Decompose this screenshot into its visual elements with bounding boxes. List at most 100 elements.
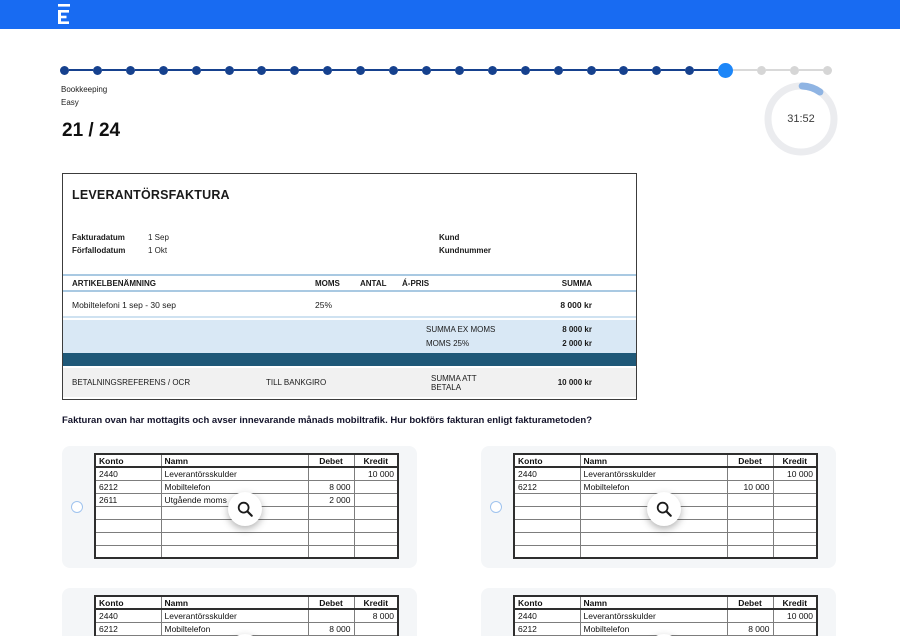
table-cell (95, 532, 161, 545)
table-cell (727, 545, 773, 558)
table-row (95, 545, 398, 558)
table-row: 6212Mobiltelefon10 000 (514, 480, 817, 493)
invoice-divider-bar (63, 353, 636, 366)
invoice-line-item: Mobiltelefoni 1 sep - 30 sep 25% 8 000 k… (63, 294, 636, 318)
invoice-title: LEVERANTÖRSFAKTURA (72, 188, 230, 202)
table-cell: 10 000 (727, 480, 773, 493)
progress-dot (455, 66, 464, 75)
app-logo-icon (57, 4, 73, 24)
answer-option-2[interactable]: KontoNamnDebetKredit2440Leverantörsskuld… (481, 446, 836, 568)
col-summa: SUMMA (464, 279, 592, 288)
table-cell (773, 545, 817, 558)
column-header: Konto (514, 596, 580, 609)
table-cell (308, 506, 354, 519)
item-name: Mobiltelefoni 1 sep - 30 sep (72, 300, 315, 310)
column-header: Kredit (354, 454, 398, 467)
table-cell (308, 609, 354, 622)
kundnummer-label: Kundnummer (439, 244, 491, 257)
progress-segment (332, 69, 356, 71)
top-app-bar (0, 0, 900, 29)
column-header: Debet (308, 454, 354, 467)
table-cell (354, 532, 398, 545)
table-cell (773, 480, 817, 493)
progress-dot (93, 66, 102, 75)
search-icon (236, 500, 254, 518)
table-row: 6212Mobiltelefon8 000 (514, 622, 817, 635)
answer-option-1[interactable]: KontoNamnDebetKredit2440Leverantörsskuld… (62, 446, 417, 568)
progress-dot (685, 66, 694, 75)
progress-dot (290, 66, 299, 75)
timer-value: 31:52 (762, 80, 840, 158)
column-header: Kredit (354, 596, 398, 609)
magnifier-zoom-button[interactable] (228, 492, 262, 526)
table-cell (95, 545, 161, 558)
column-header: Konto (95, 454, 161, 467)
progress-segment (661, 69, 685, 71)
table-row (514, 545, 817, 558)
table-cell (580, 545, 727, 558)
column-header: Debet (308, 596, 354, 609)
table-cell: 8 000 (308, 480, 354, 493)
forfallodatum-label: Förfallodatum (72, 244, 148, 257)
table-cell: 6212 (95, 480, 161, 493)
table-cell (580, 532, 727, 545)
table-row: 2440Leverantörsskulder8 000 (95, 609, 398, 622)
progress-dot (126, 66, 135, 75)
progress-dot (521, 66, 530, 75)
table-cell: Leverantörsskulder (161, 609, 308, 622)
table-row: 2440Leverantörsskulder 10 000 (514, 609, 817, 622)
table-cell (354, 519, 398, 532)
progress-segment (766, 69, 790, 71)
table-cell (727, 493, 773, 506)
table-cell (161, 545, 308, 558)
table-cell: 8 000 (354, 609, 398, 622)
option-2-radio[interactable] (490, 501, 502, 513)
table-cell: 2440 (95, 467, 161, 480)
column-header: Namn (580, 596, 727, 609)
progress-segment (201, 69, 225, 71)
progress-dot (823, 66, 832, 75)
table-cell (727, 519, 773, 532)
table-cell: Mobiltelefon (161, 622, 308, 635)
answer-option-3[interactable]: KontoNamnDebetKredit2440Leverantörsskuld… (62, 588, 417, 636)
invoice-totals-band: SUMMA EX MOMS 8 000 kr MOMS 25% 2 000 kr (63, 320, 636, 353)
table-cell: Leverantörsskulder (580, 609, 727, 622)
invoice-dates: Fakturadatum1 Sep Förfallodatum1 Okt (72, 231, 169, 257)
table-row (95, 532, 398, 545)
table-cell (727, 467, 773, 480)
moms-value: 2 000 kr (530, 339, 592, 348)
invoice-document: LEVERANTÖRSFAKTURA Fakturadatum1 Sep För… (62, 173, 637, 400)
table-cell (773, 519, 817, 532)
table-cell (773, 532, 817, 545)
table-cell: 2440 (514, 609, 580, 622)
table-cell (354, 480, 398, 493)
progress-segment (596, 69, 620, 71)
progress-segment (102, 69, 126, 71)
table-cell: Mobiltelefon (161, 480, 308, 493)
magnifier-zoom-button[interactable] (647, 492, 681, 526)
table-cell (514, 506, 580, 519)
course-label: Bookkeeping Easy (61, 83, 107, 109)
timer-ring: 31:52 (762, 80, 840, 158)
progress-segment (628, 69, 652, 71)
table-cell: 10 000 (773, 467, 817, 480)
progress-dot (488, 66, 497, 75)
answer-option-4[interactable]: KontoNamnDebetKredit2440Leverantörsskuld… (481, 588, 836, 636)
column-header: Kredit (773, 596, 817, 609)
table-row (514, 532, 817, 545)
progress-segment (431, 69, 455, 71)
summa-ex-moms-label: SUMMA EX MOMS (426, 325, 530, 334)
item-moms: 25% (315, 300, 360, 310)
table-cell: 2440 (514, 467, 580, 480)
col-antal: ANTAL (360, 279, 402, 288)
column-header: Konto (514, 454, 580, 467)
forfallodatum-value: 1 Okt (148, 246, 167, 255)
table-cell: 10 000 (773, 609, 817, 622)
progress-segment (69, 69, 93, 71)
progress-dot (159, 66, 168, 75)
table-cell: Mobiltelefon (580, 480, 727, 493)
progress-dot (192, 66, 201, 75)
column-header: Namn (161, 596, 308, 609)
progress-dot (619, 66, 628, 75)
option-1-radio[interactable] (71, 501, 83, 513)
